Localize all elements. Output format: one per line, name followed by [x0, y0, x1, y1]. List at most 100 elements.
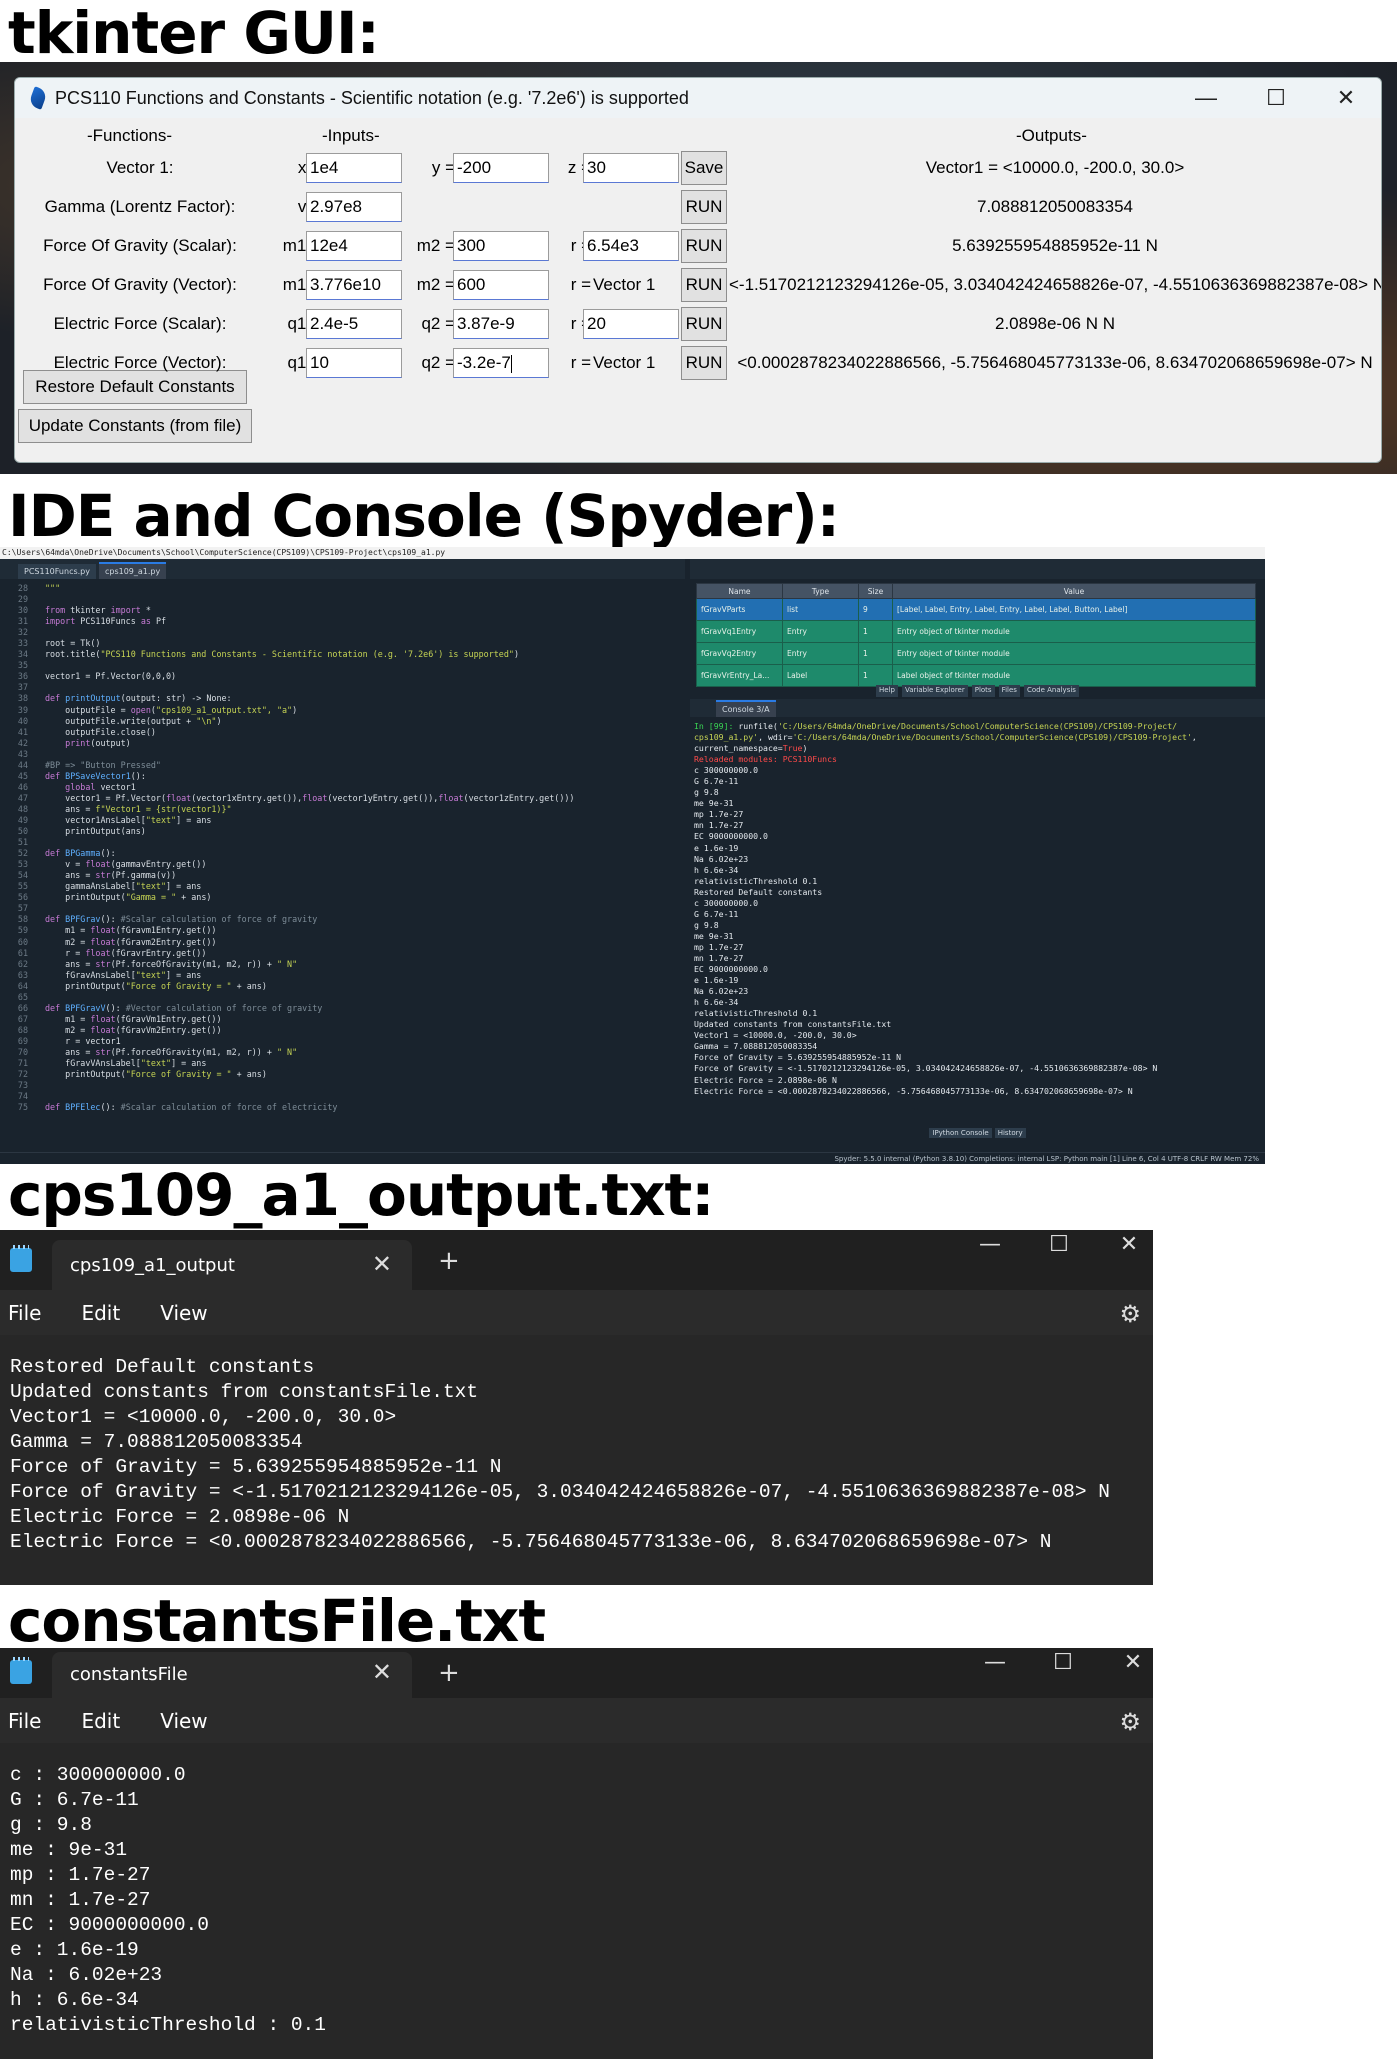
output-label: 7.088812050083354: [977, 197, 1133, 216]
input-c-label: r =: [570, 275, 591, 294]
settings-gear-icon[interactable]: ⚙: [1119, 1708, 1141, 1736]
var-size: 9: [858, 598, 893, 621]
text-line: me : 9e-31: [10, 1839, 128, 1861]
var-header-value[interactable]: Value: [892, 583, 1256, 599]
maximize-button[interactable]: ☐: [1024, 1230, 1094, 1260]
menu-edit[interactable]: Edit: [81, 1301, 120, 1325]
output-label: <0.0002878234022886566, -5.7564680457731…: [737, 353, 1373, 372]
close-button[interactable]: ✕: [1094, 1230, 1153, 1260]
menu-view[interactable]: View: [160, 1709, 207, 1733]
console-output[interactable]: In [99]: runfile('C:/Users/64mda/OneDriv…: [694, 721, 1197, 1097]
input-c-field[interactable]: 6.54e3: [583, 231, 679, 261]
tab-cps109-a1[interactable]: cps109_a1.py: [98, 562, 167, 579]
menu-file[interactable]: File: [8, 1709, 41, 1733]
code-editor[interactable]: PCS110Funcs.py cps109_a1.py 28 """ 29 30 fro…: [0, 559, 685, 1152]
text-line: mp : 1.7e-27: [10, 1864, 151, 1886]
notepad-icon: [10, 1657, 32, 1684]
variable-table[interactable]: Name Type Size Value fGravVParts list 9 …: [696, 583, 1256, 687]
minimize-button[interactable]: —: [955, 1230, 1025, 1260]
menu-file[interactable]: File: [8, 1301, 41, 1325]
var-type: Entry: [782, 642, 859, 665]
var-header-size[interactable]: Size: [858, 583, 893, 599]
input-b-label: q2 =: [421, 314, 455, 333]
input-a-field[interactable]: 3.776e10: [306, 270, 402, 300]
new-tab-icon[interactable]: +: [438, 1246, 460, 1276]
tab-pcs110funcs[interactable]: PCS110Funcs.py: [18, 564, 96, 579]
text-line: G : 6.7e-11: [10, 1789, 139, 1811]
var-name: fGravVq1Entry: [696, 620, 783, 643]
function-label: Electric Force (Vector):: [53, 353, 227, 372]
close-button[interactable]: ✕: [1098, 1648, 1153, 1678]
input-b-field[interactable]: -200: [453, 153, 549, 183]
var-type: Label: [782, 664, 859, 687]
variable-explorer-toolbar: [690, 559, 1265, 579]
notepad-tab[interactable]: cps109_a1_output ✕: [52, 1240, 412, 1290]
input-b-field[interactable]: 300: [453, 231, 549, 261]
menu-view[interactable]: View: [160, 1301, 207, 1325]
input-c-field[interactable]: 20: [583, 309, 679, 339]
update-constants-button[interactable]: Update Constants (from file): [18, 409, 252, 443]
var-name: fGravVrEntry_La...: [696, 664, 783, 687]
save-button[interactable]: Save: [681, 151, 727, 185]
text-line: Force of Gravity = 5.639255954885952e-11…: [10, 1456, 502, 1478]
table-row[interactable]: fGravVq2Entry Entry 1 Entry object of tk…: [696, 642, 1256, 665]
var-header-name[interactable]: Name: [696, 583, 783, 599]
table-row[interactable]: fGravVParts list 9 [Label, Label, Entry,…: [696, 598, 1256, 621]
notepad-titlebar: cps109_a1_output ✕ + — ☐ ✕: [0, 1230, 1153, 1290]
restore-defaults-button[interactable]: Restore Default Constants: [23, 370, 247, 404]
input-c-field[interactable]: 30: [583, 153, 679, 183]
run-button[interactable]: RUN: [681, 190, 727, 224]
input-a-field[interactable]: 1e4: [306, 153, 402, 183]
close-button[interactable]: ✕: [1311, 85, 1381, 111]
menu-edit[interactable]: Edit: [81, 1709, 120, 1733]
run-button[interactable]: RUN: [681, 307, 727, 341]
close-tab-icon[interactable]: ✕: [372, 1658, 392, 1686]
tk-feather-icon: [28, 86, 48, 110]
notepad-menubar: File Edit View ⚙: [0, 1290, 1153, 1335]
settings-gear-icon[interactable]: ⚙: [1119, 1300, 1141, 1328]
heading-ide: IDE and Console (Spyder):: [8, 482, 840, 550]
input-a-field[interactable]: 2.97e8: [306, 192, 402, 222]
var-value: [Label, Label, Entry, Label, Entry, Labe…: [892, 598, 1256, 621]
vector-reference-label: Vector 1: [593, 353, 656, 372]
notepad-text-area[interactable]: c : 300000000.0 G : 6.7e-11 g : 9.8 me : 9e…: [0, 1743, 1153, 2059]
run-button[interactable]: RUN: [681, 346, 727, 380]
maximize-button[interactable]: ☐: [1028, 1648, 1098, 1678]
text-caret: [510, 354, 512, 373]
notepad-tab[interactable]: constantsFile ✕: [52, 1652, 412, 1698]
input-b-field[interactable]: -3.2e-7: [453, 348, 549, 378]
run-button[interactable]: RUN: [681, 268, 727, 302]
text-line: Electric Force = 2.0898e-06 N: [10, 1506, 350, 1528]
table-row[interactable]: fGravVrEntry_La... Label 1 Label object …: [696, 664, 1256, 687]
ipython-console[interactable]: Console 3/A In [99]: runfile('C:/Users/6…: [690, 699, 1265, 1152]
variable-explorer[interactable]: Name Type Size Value fGravVParts list 9 …: [690, 559, 1265, 697]
tab-ipython-console[interactable]: IPython Console: [929, 1128, 992, 1138]
tab-history[interactable]: History: [994, 1128, 1026, 1138]
tab-files[interactable]: Files: [998, 685, 1020, 697]
tab-console[interactable]: Console 3/A: [716, 700, 776, 717]
text-line: mn : 1.7e-27: [10, 1889, 151, 1911]
notepad-text-area[interactable]: Restored Default constants Updated consta…: [0, 1335, 1153, 1585]
notepad-menubar: File Edit View ⚙: [0, 1698, 1153, 1743]
input-b-label: q2 =: [421, 353, 455, 372]
minimize-button[interactable]: —: [1171, 85, 1241, 111]
tab-plots[interactable]: Plots: [971, 685, 995, 697]
input-a-field[interactable]: 10: [306, 348, 402, 378]
var-header-type[interactable]: Type: [782, 583, 859, 599]
tab-help[interactable]: Help: [876, 685, 899, 697]
input-a-field[interactable]: 2.4e-5: [306, 309, 402, 339]
maximize-button[interactable]: ☐: [1241, 85, 1311, 111]
minimize-button[interactable]: —: [960, 1648, 1030, 1678]
new-tab-icon[interactable]: +: [438, 1658, 460, 1688]
input-b-field[interactable]: 600: [453, 270, 549, 300]
input-a-field[interactable]: 12e4: [306, 231, 402, 261]
code-view[interactable]: 28 """ 29 30 from tkinter import * 31 import P…: [0, 583, 672, 1113]
tk-window-title: PCS110 Functions and Constants - Scienti…: [55, 87, 689, 108]
var-size: 1: [858, 620, 893, 643]
tab-variable-explorer[interactable]: Variable Explorer: [902, 685, 968, 697]
input-b-field[interactable]: 3.87e-9: [453, 309, 549, 339]
table-row[interactable]: fGravVq1Entry Entry 1 Entry object of tk…: [696, 620, 1256, 643]
run-button[interactable]: RUN: [681, 229, 727, 263]
close-tab-icon[interactable]: ✕: [372, 1250, 392, 1278]
tab-code-analysis[interactable]: Code Analysis: [1023, 685, 1079, 697]
